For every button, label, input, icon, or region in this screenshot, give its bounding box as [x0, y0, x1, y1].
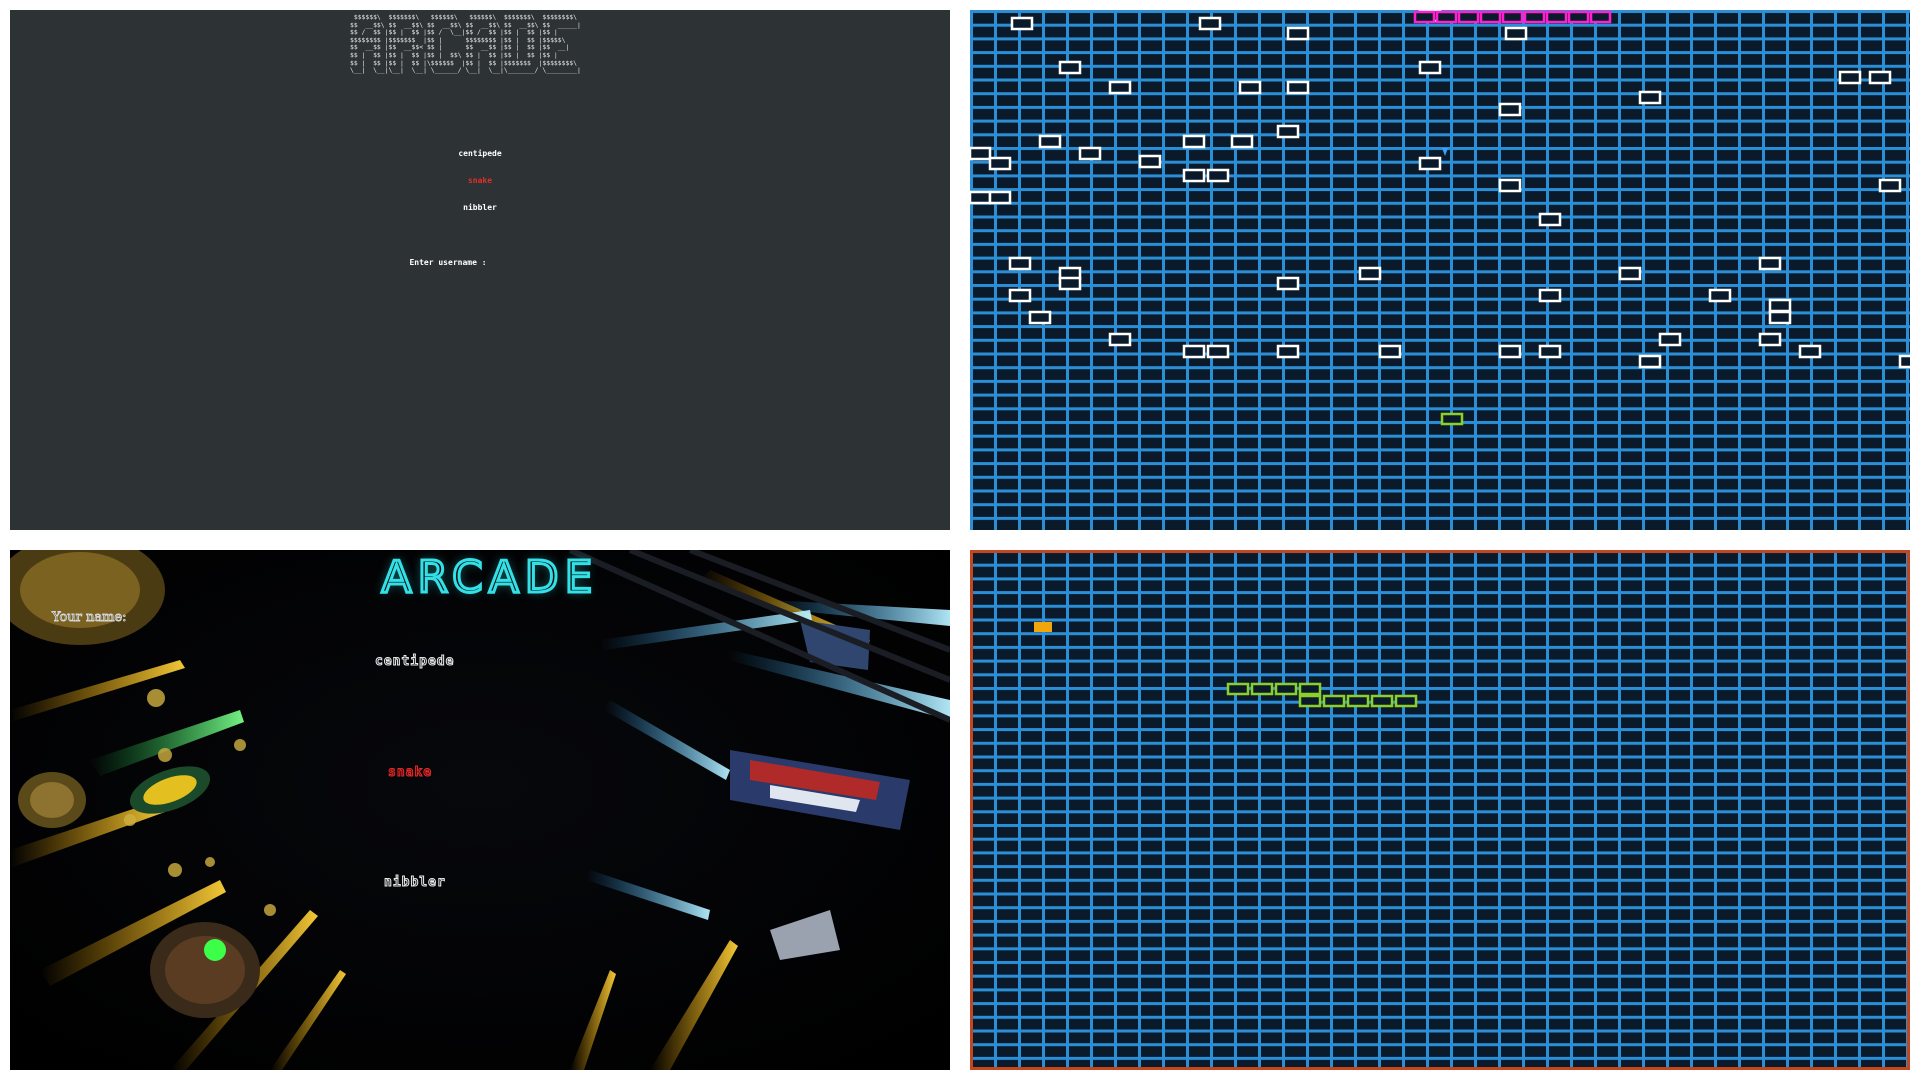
- mushroom: [1538, 288, 1562, 303]
- snake-grid: [970, 550, 1910, 1070]
- snake-segment: [1298, 682, 1322, 696]
- mushroom: [1198, 16, 1222, 31]
- mushroom: [1838, 70, 1862, 85]
- terminal-menu-item-nibbler[interactable]: nibbler: [10, 203, 950, 212]
- your-name-label[interactable]: Your name:: [52, 610, 127, 626]
- mushroom: [1028, 310, 1052, 325]
- mushroom: [1206, 344, 1230, 359]
- mushroom: [1758, 332, 1782, 347]
- mushroom: [1638, 90, 1662, 105]
- mushroom: [1078, 146, 1102, 161]
- snake-segment: [1370, 694, 1394, 708]
- mushroom: [1868, 70, 1892, 85]
- mushroom: [1898, 354, 1910, 369]
- mushroom: [1418, 60, 1442, 75]
- graphical-menu-panel: ARCADE Your name: centipede snake nibble…: [10, 550, 950, 1070]
- snake-segment: [1226, 682, 1250, 696]
- centipede-segment: [1457, 10, 1480, 24]
- snake-segment: [1322, 694, 1346, 708]
- mushroom: [1768, 310, 1792, 325]
- mushroom: [1538, 212, 1562, 227]
- terminal-menu-item-snake[interactable]: snake: [10, 176, 950, 185]
- mushroom: [1498, 102, 1522, 117]
- centipede-game-panel: [970, 10, 1910, 530]
- mushroom: [1008, 288, 1032, 303]
- mushroom: [1708, 288, 1732, 303]
- mushroom: [1038, 134, 1062, 149]
- mushroom: [1538, 344, 1562, 359]
- mushroom: [1108, 332, 1132, 347]
- mushroom: [1798, 344, 1822, 359]
- centipede-segment: [1589, 10, 1612, 24]
- mushroom: [988, 156, 1012, 171]
- mushroom: [1138, 154, 1162, 169]
- mushroom: [1182, 134, 1206, 149]
- mushroom: [1618, 266, 1642, 281]
- graphical-menu-item-snake[interactable]: snake: [387, 765, 432, 781]
- food-item: [1034, 622, 1052, 632]
- mushroom: [1182, 344, 1206, 359]
- mushroom: [1658, 332, 1682, 347]
- centipede-segment: [1567, 10, 1590, 24]
- terminal-menu-item-centipede[interactable]: centipede: [10, 149, 950, 158]
- space-background-art: [10, 550, 950, 1070]
- graphical-menu-item-centipede[interactable]: centipede: [374, 654, 454, 670]
- shell-creature-illustration: [150, 922, 260, 1018]
- mushroom: [1276, 124, 1300, 139]
- snake-segment: [1250, 682, 1274, 696]
- ascii-arcade-logo: $$$$$$\ $$$$$$$\ $$$$$$\ $$$$$$\ $$$$$$$…: [350, 13, 581, 75]
- mushroom: [1498, 178, 1522, 193]
- mushroom: [1008, 256, 1032, 271]
- mushroom: [970, 146, 992, 161]
- mushroom: [1276, 344, 1300, 359]
- mushroom: [1504, 26, 1528, 41]
- centipede-segment: [1413, 10, 1436, 24]
- terminal-menu-panel: $$$$$$\ $$$$$$$\ $$$$$$\ $$$$$$\ $$$$$$$…: [10, 10, 950, 530]
- mushroom: [1358, 266, 1382, 281]
- username-prompt[interactable]: Enter username :: [10, 258, 918, 267]
- snake-segment: [1394, 694, 1418, 708]
- mushroom: [1286, 26, 1310, 41]
- mushroom: [970, 190, 992, 205]
- centipede-segment: [1523, 10, 1546, 24]
- mushroom: [1010, 16, 1034, 31]
- mushroom: [988, 190, 1012, 205]
- snake-segment: [1298, 694, 1322, 708]
- centipede-segment: [1435, 10, 1458, 24]
- arcade-title-logo: ARCADE: [380, 551, 599, 605]
- mushroom: [1878, 178, 1902, 193]
- mushroom: [1108, 80, 1132, 95]
- mushroom: [1758, 256, 1782, 271]
- mushroom: [1058, 276, 1082, 291]
- mushroom: [1768, 298, 1792, 313]
- mushroom: [1638, 354, 1662, 369]
- player-ship: [1440, 412, 1464, 426]
- snake-segment: [1274, 682, 1298, 696]
- graphical-menu-item-nibbler[interactable]: nibbler: [384, 875, 446, 891]
- mushroom: [1230, 134, 1254, 149]
- centipede-segment: [1501, 10, 1524, 24]
- mushroom: [1182, 168, 1206, 183]
- centipede-segment: [1545, 10, 1568, 24]
- snake-game-panel: [970, 550, 1910, 1070]
- mushroom: [1418, 156, 1442, 171]
- mushroom: [1378, 344, 1402, 359]
- mushroom: [1058, 60, 1082, 75]
- mushroom: [1206, 168, 1230, 183]
- mushroom: [1238, 80, 1262, 95]
- mushroom: [1276, 276, 1300, 291]
- centipede-board: [970, 10, 1910, 530]
- centipede-segment: [1479, 10, 1502, 24]
- mushroom: [1286, 80, 1310, 95]
- snake-segment: [1346, 694, 1370, 708]
- snake-board: [970, 550, 1910, 1070]
- mushroom: [1498, 344, 1522, 359]
